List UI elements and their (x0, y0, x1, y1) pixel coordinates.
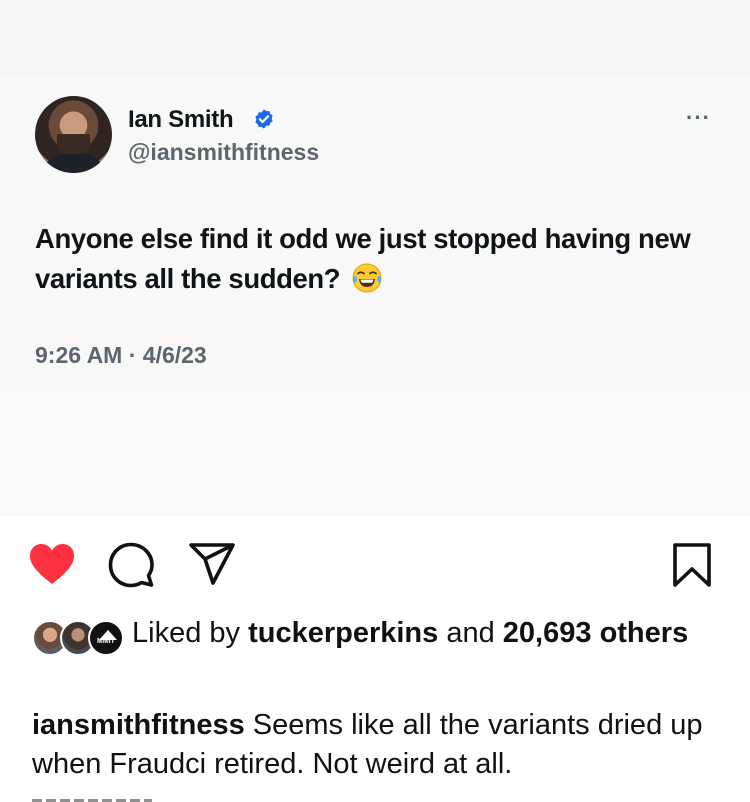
truncated-next-line (32, 794, 212, 802)
liked-by-and: and (446, 617, 495, 649)
handle[interactable]: @iansmithfitness (128, 139, 319, 166)
mountain-icon (99, 630, 117, 640)
liked-by-prefix: Liked by (132, 617, 241, 649)
more-icon[interactable]: ··· (686, 106, 714, 130)
liker-avatar[interactable]: MMIT (88, 620, 124, 656)
avatar-shirt (43, 154, 104, 173)
caption-username[interactable]: iansmithfitness (32, 709, 245, 741)
likes-suffix[interactable]: others (600, 617, 689, 649)
bookmark-icon[interactable] (672, 542, 712, 588)
action-bar (0, 540, 750, 590)
card-bottom-area (0, 388, 750, 516)
likes-summary[interactable]: Liked by tuckerperkins and 20,693 others (132, 614, 692, 652)
post-caption: iansmithfitness Seems like all the varia… (32, 706, 732, 784)
top-band (0, 0, 750, 76)
verified-icon (255, 109, 273, 129)
comment-icon[interactable] (108, 542, 154, 588)
tweet-screenshot-card: Ian Smith @iansmithfitness ··· Anyone el… (0, 76, 750, 516)
display-name[interactable]: Ian Smith (128, 106, 234, 134)
likes-count[interactable]: 20,693 (503, 617, 592, 649)
liked-by-user[interactable]: tuckerperkins (248, 617, 438, 649)
avatar[interactable] (35, 96, 112, 173)
tweet-timestamp: 9:26 AM · 4/6/23 (35, 342, 207, 368)
tweet-text: Anyone else find it odd we just stopped … (35, 219, 725, 299)
liker-avatars[interactable]: MMIT (32, 620, 124, 656)
heart-icon[interactable] (28, 542, 76, 586)
share-icon[interactable] (188, 542, 236, 586)
face-with-tears-of-joy-icon (352, 263, 382, 293)
